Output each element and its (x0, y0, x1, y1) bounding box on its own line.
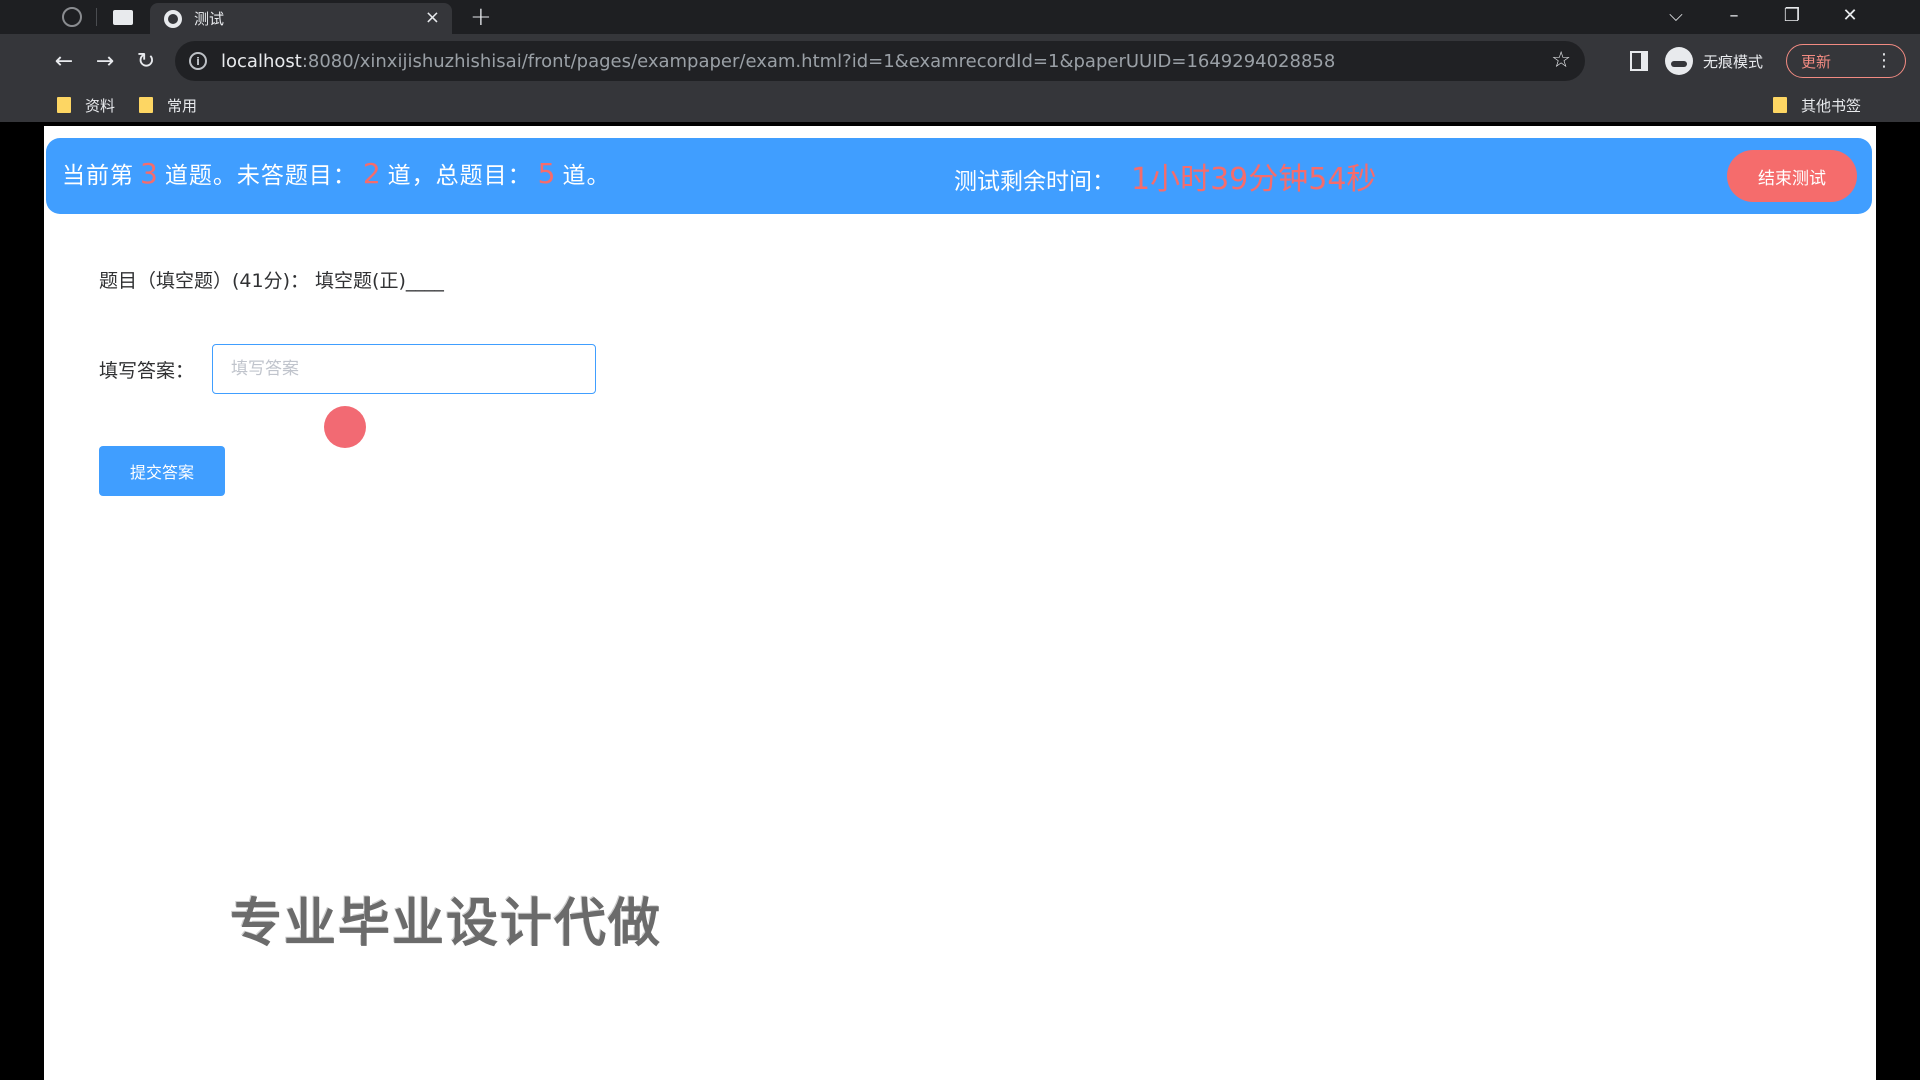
tab-list-dropdown-icon[interactable]: ⌵ (1647, 0, 1705, 30)
back-button[interactable]: ← (47, 44, 81, 78)
minimize-button[interactable]: – (1705, 0, 1763, 30)
bookmark-label: 资料 (85, 96, 116, 115)
current-question-number: 3 (140, 157, 159, 190)
timer-label: 测试剩余时间： (954, 169, 1115, 195)
answer-input[interactable] (212, 344, 597, 394)
side-panel-icon[interactable] (1630, 51, 1648, 71)
reload-button[interactable]: ↻ (129, 44, 163, 78)
timer-value: 1小时39分钟54秒 (1131, 162, 1377, 197)
update-button[interactable]: 更新 ⋮ (1786, 44, 1906, 78)
answer-row: 填写答案： (99, 344, 597, 394)
watermark-text: 专业毕业设计代做 (230, 894, 663, 954)
forward-button[interactable]: → (88, 44, 122, 78)
tab-active[interactable]: 测试 × (150, 3, 452, 34)
tab-title: 测试 (194, 10, 225, 28)
bookmark-folder[interactable]: 常用 (139, 93, 197, 117)
cursor-highlight (324, 406, 366, 448)
remaining-time: 测试剩余时间： 1小时39分钟54秒 (954, 154, 1376, 198)
folder-icon (1773, 97, 1787, 113)
bookmark-star-icon[interactable]: ☆ (1551, 48, 1571, 73)
other-bookmarks[interactable]: 其他书签 (1773, 93, 1861, 117)
globe-icon (164, 9, 182, 28)
incognito-indicator[interactable]: 无痕模式 (1665, 46, 1763, 76)
progress-text: 道，总题目： (387, 163, 532, 189)
kebab-menu-icon[interactable]: ⋮ (1875, 50, 1893, 71)
bookmark-label: 常用 (167, 96, 198, 115)
url-host: localhost (221, 50, 302, 72)
update-label: 更新 (1801, 52, 1832, 71)
exam-status-bar: 当前第 3 道题。未答题目： 2 道，总题目： 5 道。 测试剩余时间： 1小时39分钟54秒… (46, 138, 1872, 214)
profile-icon[interactable] (62, 7, 82, 27)
incognito-icon (1665, 47, 1693, 75)
progress-text: 道题。未答题目： (164, 163, 357, 189)
page-viewport: 当前第 3 道题。未答题目： 2 道，总题目： 5 道。 测试剩余时间： 1小时39分钟54秒… (44, 126, 1876, 1080)
progress-suffix: 道。 (562, 163, 611, 189)
other-bookmarks-label: 其他书签 (1801, 96, 1862, 115)
browser-toolbar: ← → ↻ i localhost:8080/xinxijishuzhishis… (0, 34, 1920, 88)
folder-icon (57, 97, 71, 113)
bookmarks-bar: 资料 常用 其他书签 (0, 88, 1920, 122)
close-window-button[interactable]: ✕ (1821, 0, 1879, 30)
submit-answer-button[interactable]: 提交答案 (99, 446, 225, 496)
bookmark-folder[interactable]: 资料 (57, 93, 115, 117)
url-path: :8080/xinxijishuzhishisai/front/pages/ex… (301, 50, 1336, 72)
divider (96, 8, 97, 26)
tab-close-icon[interactable]: × (425, 7, 440, 28)
total-count: 5 (537, 157, 557, 190)
tab-search-icon[interactable] (113, 9, 133, 25)
progress-prefix: 当前第 (62, 163, 134, 189)
incognito-label: 无痕模式 (1703, 52, 1764, 71)
site-info-icon[interactable]: i (189, 52, 207, 70)
question-progress: 当前第 3 道题。未答题目： 2 道，总题目： 5 道。 (62, 156, 610, 190)
answer-label: 填写答案： (99, 359, 195, 382)
question-text: 题目（填空题）(41分)： 填空题(正)____ (99, 270, 444, 292)
restore-button[interactable]: ❐ (1763, 0, 1821, 30)
end-test-button[interactable]: 结束测试 (1727, 150, 1857, 202)
new-tab-button[interactable]: + (470, 2, 492, 32)
folder-icon (139, 97, 153, 113)
unanswered-count: 2 (362, 157, 382, 190)
address-bar[interactable]: i localhost:8080/xinxijishuzhishisai/fro… (175, 41, 1585, 81)
